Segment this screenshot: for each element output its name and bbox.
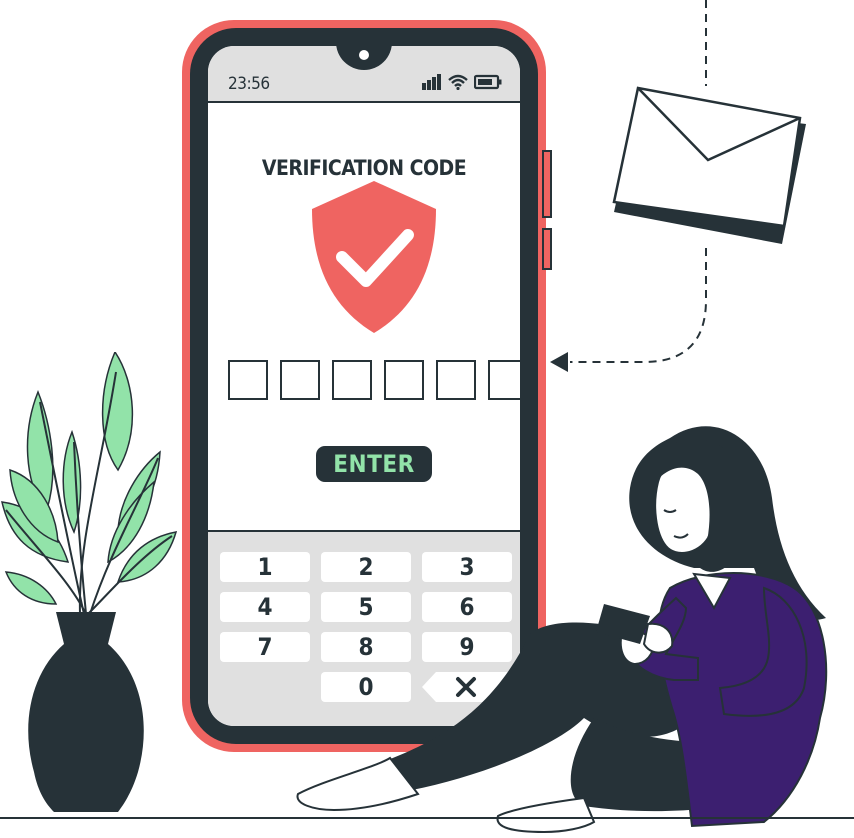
woman-with-phone-illustration [296, 426, 828, 834]
envelope-icon [612, 86, 806, 244]
battery-icon [474, 74, 502, 90]
screen-title: VERIFICATION CODE [261, 156, 467, 180]
status-time: 23:56 [228, 74, 270, 94]
code-digit-input[interactable] [488, 360, 520, 400]
verification-code-inputs [228, 360, 520, 400]
camera-icon [359, 50, 369, 60]
code-digit-input[interactable] [280, 360, 320, 400]
code-digit-input[interactable] [436, 360, 476, 400]
code-digit-input[interactable] [332, 360, 372, 400]
ground-line [0, 817, 854, 819]
code-digit-input[interactable] [384, 360, 424, 400]
illustration-scene: 23:56 VERIFICATION CODE ENTER 1 2 3 4 5 … [0, 0, 854, 835]
camera-notch [336, 46, 392, 70]
phone-side-button [542, 150, 552, 218]
status-bar: 23:56 [208, 46, 520, 103]
signal-icon [422, 74, 441, 90]
phone-side-button [542, 228, 552, 270]
shield-check-icon [312, 181, 436, 333]
plant-vase-illustration [1, 352, 178, 812]
arrow-left-icon [550, 352, 568, 372]
code-digit-input[interactable] [228, 360, 268, 400]
status-icons [422, 72, 502, 92]
wifi-icon [448, 74, 468, 90]
